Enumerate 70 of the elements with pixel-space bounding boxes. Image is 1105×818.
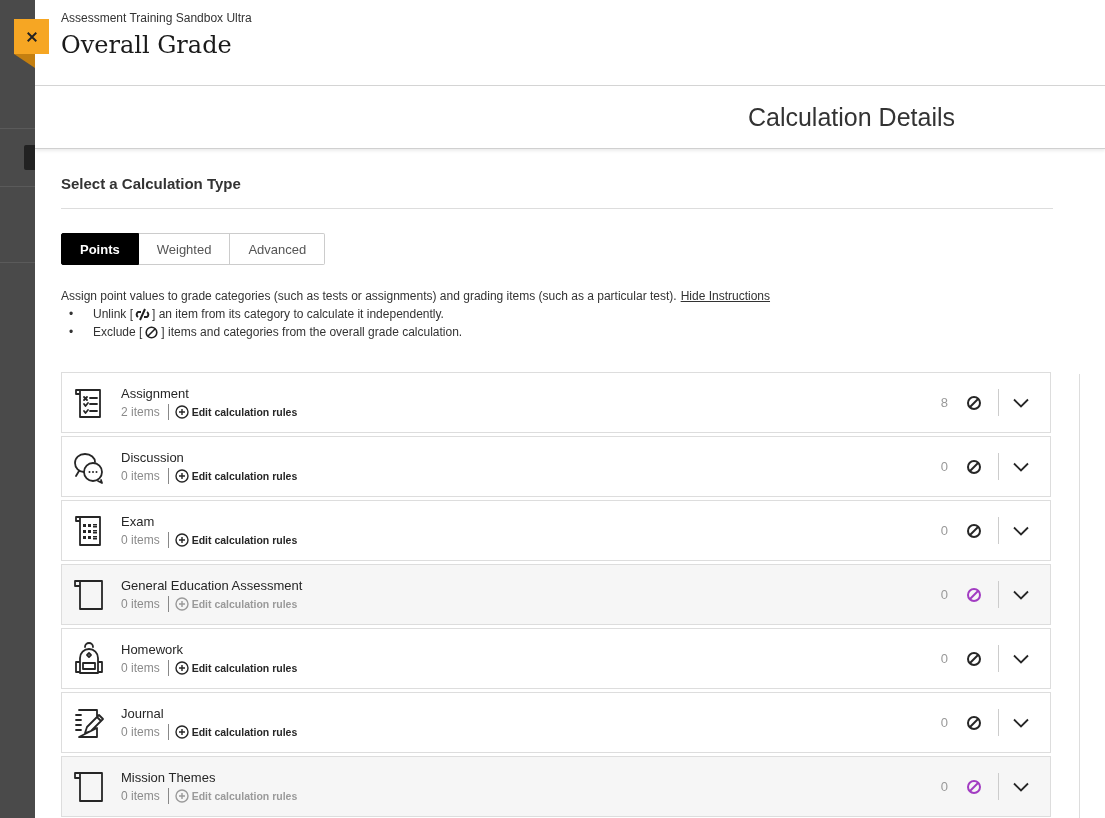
broken-link-icon (135, 307, 150, 321)
plus-circle-icon (174, 724, 189, 739)
chevron-down-icon[interactable] (1013, 397, 1029, 408)
calculation-type-heading: Select a Calculation Type (61, 149, 1053, 209)
category-name: Exam (121, 513, 156, 529)
exclude-toggle-icon[interactable] (966, 586, 982, 603)
plus-circle-icon (174, 468, 189, 483)
chevron-down-icon[interactable] (1013, 717, 1029, 728)
item-count: 0 items (121, 532, 160, 547)
instructions-text: Assign point values to grade categories (such as tests or assignments) and grading items (such as a particular test). (61, 289, 677, 303)
close-button[interactable] (14, 19, 49, 54)
edit-rules-link[interactable]: Edit calculation rules (174, 468, 298, 483)
item-count: 0 items (121, 596, 160, 611)
points-value: 0 (940, 523, 948, 538)
blank-page-icon (72, 577, 106, 612)
backpack-icon (72, 641, 106, 676)
section-title: Calculation Details (747, 103, 955, 132)
plus-circle-icon (174, 788, 189, 803)
chevron-down-icon[interactable] (1013, 589, 1029, 600)
chevron-down-icon[interactable] (1013, 461, 1029, 472)
item-count: 2 items (121, 404, 160, 419)
item-count: 0 items (121, 788, 160, 803)
points-value: 0 (940, 715, 948, 730)
category-name: Journal (121, 705, 165, 721)
item-count: 0 items (121, 724, 160, 739)
calculation-type-tab[interactable]: Weighted (138, 233, 231, 265)
edit-rules-link[interactable]: Edit calculation rules (174, 724, 298, 739)
item-count: 0 items (121, 468, 160, 483)
item-count: 0 items (121, 660, 160, 675)
instruction-bullet-text: Unlink [ (93, 306, 133, 323)
points-value: 0 (940, 459, 948, 474)
plus-circle-icon (174, 532, 189, 547)
ribbon-fold-icon (14, 54, 35, 68)
category-name: Homework (121, 641, 185, 657)
exclude-icon (144, 325, 160, 339)
plus-circle-icon (174, 596, 189, 611)
bullet-marker: • (69, 306, 75, 323)
exclude-toggle-icon[interactable] (966, 458, 982, 475)
course-name: Assessment Training Sandbox Ultra (61, 11, 253, 25)
edit-rules-link[interactable]: Edit calculation rules (174, 532, 298, 547)
exclude-toggle-icon[interactable] (966, 394, 982, 411)
instruction-bullet-text: ] items and categories from the overall grade calculation. (161, 324, 463, 341)
chevron-down-icon[interactable] (1013, 653, 1029, 664)
points-value: 8 (940, 395, 948, 410)
instruction-bullet-text: Exclude [ (93, 324, 143, 341)
exclude-toggle-icon[interactable] (966, 650, 982, 667)
plus-circle-icon (174, 404, 189, 419)
hide-instructions-link[interactable]: Hide Instructions (680, 289, 770, 303)
category-name: General Education Assessment (121, 577, 304, 593)
instruction-bullet-text: ] an item from its category to calculate it independently. (152, 306, 444, 323)
blank-page-icon (72, 769, 106, 804)
bullet-marker: • (69, 324, 75, 341)
category-name: Assignment (121, 385, 190, 401)
exclude-toggle-icon[interactable] (966, 522, 982, 539)
chevron-down-icon[interactable] (1013, 781, 1029, 792)
edit-rules-link[interactable]: Edit calculation rules (174, 660, 298, 675)
plus-circle-icon (174, 660, 189, 675)
category-name: Mission Themes (121, 769, 217, 785)
exclude-toggle-icon[interactable] (966, 778, 982, 795)
calculation-type-tab[interactable]: Advanced (230, 233, 326, 265)
close-icon (25, 30, 38, 43)
points-value: 0 (940, 587, 948, 602)
points-value: 0 (940, 779, 948, 794)
page-title: Overall Grade (61, 31, 233, 59)
category-name: Discussion (121, 449, 185, 465)
exclude-toggle-icon[interactable] (966, 714, 982, 731)
points-value: 0 (940, 651, 948, 666)
edit-rules-link[interactable]: Edit calculation rules (174, 404, 298, 419)
calculation-type-tab[interactable]: Points (61, 233, 139, 265)
chevron-down-icon[interactable] (1013, 525, 1029, 536)
